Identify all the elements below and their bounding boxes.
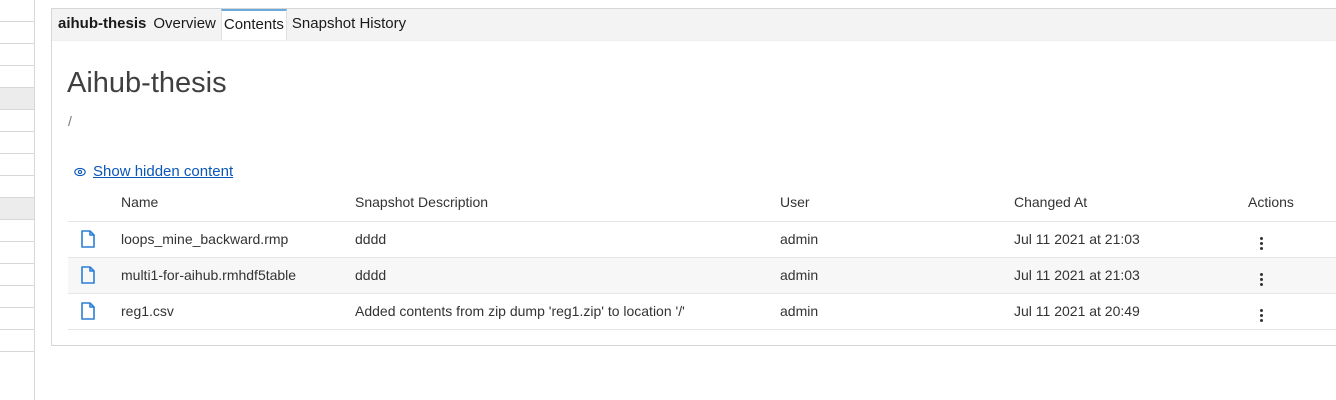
row-description: dddd <box>355 221 780 258</box>
show-hidden-content-link[interactable]: Show hidden content <box>74 163 233 180</box>
column-header-changed-at[interactable]: Changed At <box>1014 183 1248 222</box>
rail-row <box>0 0 34 22</box>
page-title: Aihub-thesis <box>67 67 227 99</box>
kebab-menu-icon[interactable] <box>1256 271 1267 288</box>
rail-row <box>0 264 34 286</box>
breadcrumb-path: / <box>68 113 72 129</box>
table-row[interactable]: reg1.csv Added contents from zip dump 'r… <box>68 293 1336 330</box>
tab-bar: aihub-thesis Overview Contents Snapshot … <box>52 9 1336 41</box>
tab-snapshot-history[interactable]: Snapshot History <box>290 9 408 40</box>
show-hidden-content-label: Show hidden content <box>93 163 234 180</box>
column-header-name[interactable]: Name <box>121 183 355 222</box>
row-actions-cell <box>1248 257 1336 294</box>
file-icon <box>81 266 95 284</box>
left-rail <box>0 0 35 400</box>
tab-overview[interactable]: Overview <box>151 9 218 40</box>
file-icon <box>81 230 95 248</box>
table-row[interactable]: loops_mine_backward.rmp dddd admin Jul 1… <box>68 221 1336 258</box>
row-name[interactable]: multi1-for-aihub.rmhdf5table <box>121 257 355 294</box>
row-icon-cell <box>68 293 121 330</box>
rail-row <box>0 198 34 220</box>
table-header-row: Name Snapshot Description User Changed A… <box>68 183 1336 222</box>
column-header-actions: Actions <box>1248 183 1336 222</box>
table-row[interactable]: multi1-for-aihub.rmhdf5table dddd admin … <box>68 257 1336 294</box>
column-header-description[interactable]: Snapshot Description <box>355 183 780 222</box>
rail-row <box>0 330 34 352</box>
rail-row <box>0 22 34 44</box>
rail-row <box>0 220 34 242</box>
rail-row <box>0 308 34 330</box>
rail-row <box>0 110 34 132</box>
rail-row <box>0 286 34 308</box>
rail-row <box>0 132 34 154</box>
tab-repository[interactable]: aihub-thesis <box>56 9 148 40</box>
row-description: dddd <box>355 257 780 294</box>
row-icon-cell <box>68 257 121 294</box>
rail-row <box>0 176 34 198</box>
tab-contents[interactable]: Contents <box>220 9 287 40</box>
row-changed-at: Jul 11 2021 at 20:49 <box>1014 293 1248 330</box>
rail-row <box>0 154 34 176</box>
row-icon-cell <box>68 221 121 258</box>
contents-table: Name Snapshot Description User Changed A… <box>68 183 1336 330</box>
row-actions-cell <box>1248 293 1336 330</box>
row-user: admin <box>780 293 1014 330</box>
row-changed-at: Jul 11 2021 at 21:03 <box>1014 257 1248 294</box>
rail-row <box>0 242 34 264</box>
row-user: admin <box>780 257 1014 294</box>
header-icon-spacer <box>68 183 121 222</box>
rail-row <box>0 66 34 88</box>
kebab-menu-icon[interactable] <box>1256 307 1267 324</box>
row-name[interactable]: loops_mine_backward.rmp <box>121 221 355 258</box>
rail-row <box>0 44 34 66</box>
file-icon <box>81 302 95 320</box>
row-changed-at: Jul 11 2021 at 21:03 <box>1014 221 1248 258</box>
column-header-user[interactable]: User <box>780 183 1014 222</box>
row-description: Added contents from zip dump 'reg1.zip' … <box>355 293 780 330</box>
kebab-menu-icon[interactable] <box>1256 235 1267 252</box>
rail-row <box>0 88 34 110</box>
row-user: admin <box>780 221 1014 258</box>
row-name[interactable]: reg1.csv <box>121 293 355 330</box>
row-actions-cell <box>1248 221 1336 258</box>
eye-icon <box>74 167 86 176</box>
repository-panel: aihub-thesis Overview Contents Snapshot … <box>51 8 1336 346</box>
